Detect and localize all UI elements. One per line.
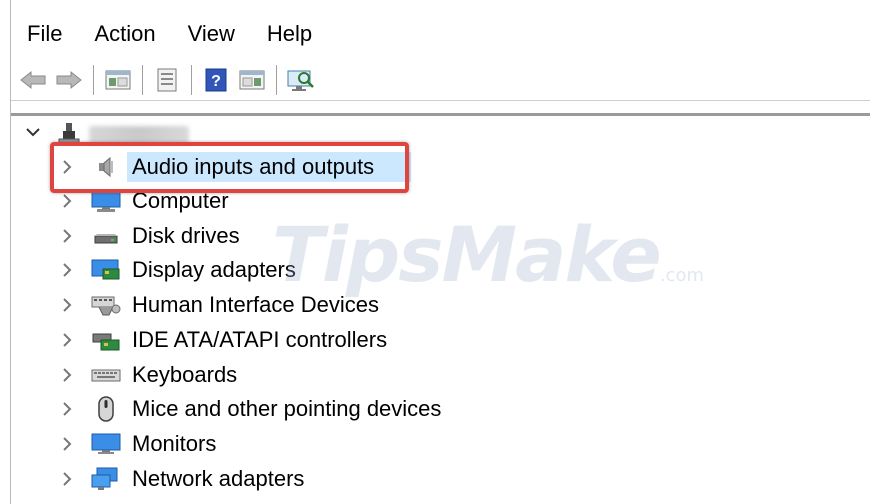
tree-item-label: Human Interface Devices [132,292,379,317]
tree-item-label: Disk drives [132,223,240,248]
menu-bar: File Action View Help [11,14,328,54]
tree-item-display-adapters[interactable]: Display adapters [11,253,870,287]
tree-item-network-adapters[interactable]: Network adapters [11,462,870,496]
tree-item-disk-drives[interactable]: Disk drives [11,219,870,253]
monitor-icon [91,431,121,457]
show-hide-console-tree-icon [105,70,131,90]
chevron-right-icon[interactable] [61,367,73,383]
tree-item-mice-and-other-pointing-devices[interactable]: Mice and other pointing devices [11,392,870,426]
toolbar-separator [142,65,143,95]
properties-icon [157,68,177,92]
toolbar-separator [93,65,94,95]
mouse-icon [91,396,121,422]
tree-item-label: Monitors [132,431,217,456]
chevron-right-icon[interactable] [61,193,73,209]
chevron-right-icon[interactable] [61,332,73,348]
help-button[interactable]: ? [198,63,234,97]
network-adapter-icon [91,466,121,492]
menu-help[interactable]: Help [251,14,328,54]
tree-item-monitors[interactable]: Monitors [11,427,870,461]
toolbar: ? [11,60,870,100]
display-adapter-icon [91,257,121,283]
tree-item-human-interface-devices[interactable]: Human Interface Devices [11,288,870,322]
scan-hardware-icon [287,70,314,91]
tree-item-label: Network adapters [132,466,305,491]
show-hide-console-tree-button[interactable] [100,63,136,97]
tree-item-label: IDE ATA/ATAPI controllers [132,327,388,352]
chevron-down-icon[interactable] [25,126,41,138]
annotation-highlight-box [50,142,409,193]
menu-action[interactable]: Action [78,14,171,54]
ide-controller-icon [91,327,121,353]
hid-icon [91,292,121,318]
menu-view[interactable]: View [172,14,251,54]
tree-item-keyboards[interactable]: Keyboards [11,358,870,392]
content-top-border [11,113,870,116]
tree-item-label: Keyboards [132,362,238,387]
chevron-right-icon[interactable] [61,401,73,417]
svg-text:?: ? [211,73,221,90]
chevron-right-icon[interactable] [61,436,73,452]
tree-item-label: Mice and other pointing devices [132,396,442,421]
forward-icon [56,70,82,90]
forward-button[interactable] [51,63,87,97]
toolbar-divider [11,100,870,101]
keyboard-icon [91,362,121,388]
chevron-right-icon[interactable] [61,262,73,278]
device-manager-window: File Action View Help ? Audio inputs and… [10,0,870,504]
tree-item-ide-ata-atapi-controllers[interactable]: IDE ATA/ATAPI controllers [11,323,870,357]
action-pane-icon [239,70,265,90]
scan-hardware-button[interactable] [283,63,319,97]
toolbar-separator [191,65,192,95]
toolbar-separator [276,65,277,95]
menu-file[interactable]: File [11,14,78,54]
tree-item-label: Display adapters [132,257,296,282]
action-pane-button[interactable] [234,63,270,97]
back-icon [20,70,46,90]
properties-button[interactable] [149,63,185,97]
chevron-right-icon[interactable] [61,228,73,244]
chevron-right-icon[interactable] [61,297,73,313]
disk-drive-icon [91,223,121,249]
help-icon: ? [205,68,227,92]
back-button[interactable] [15,63,51,97]
chevron-right-icon[interactable] [61,471,73,487]
